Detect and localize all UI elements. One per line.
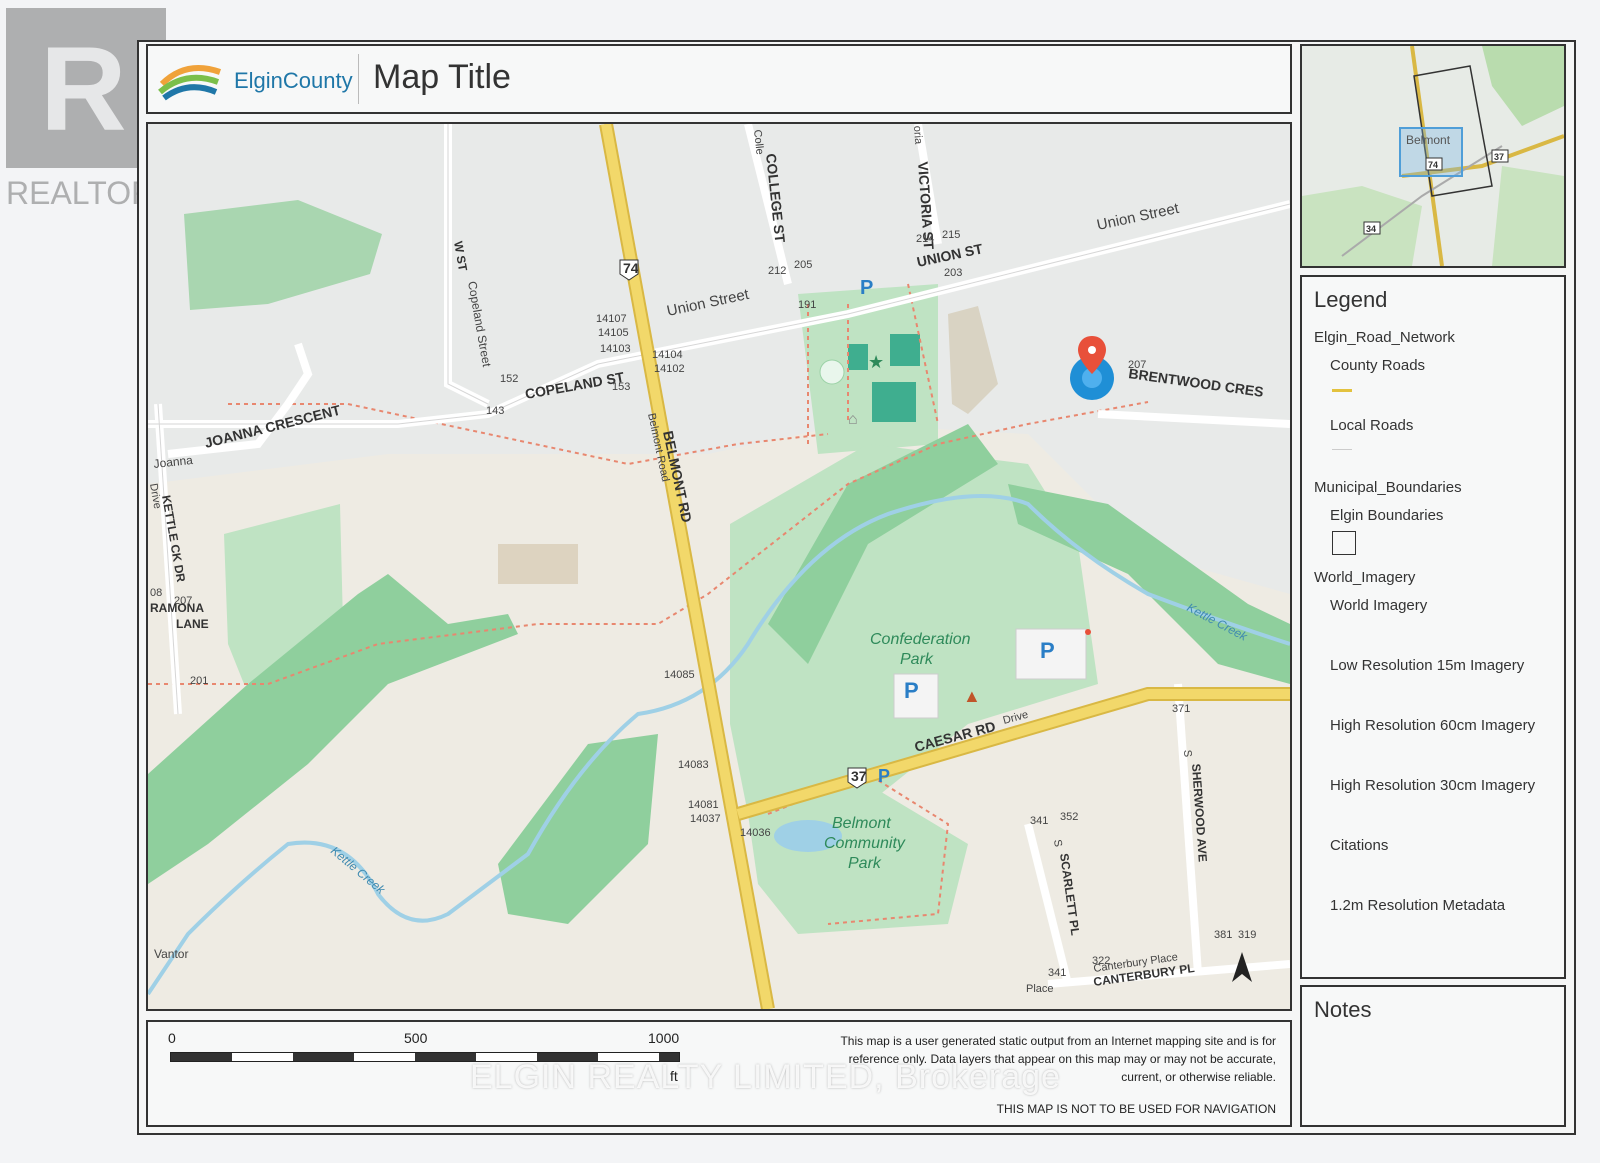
svg-text:152: 152 xyxy=(500,373,518,385)
svg-text:319: 319 xyxy=(1238,929,1256,941)
overview-shield-37: 37 xyxy=(1491,149,1509,163)
overview-map[interactable]: Belmont 74 37 34 xyxy=(1300,44,1566,268)
overview-shield-74: 74 xyxy=(1425,157,1443,171)
svg-text:14103: 14103 xyxy=(600,343,631,355)
svg-text:381: 381 xyxy=(1214,929,1232,941)
svg-text:322: 322 xyxy=(1092,955,1110,967)
legend-item-60cm: High Resolution 60cm Imagery xyxy=(1330,717,1536,734)
main-map[interactable]: 74 37 P P P P ▲ ★ ⌂ BELMONT RD Belmont R… xyxy=(146,122,1292,1011)
title-panel: ElginCounty Map Title xyxy=(146,44,1292,114)
svg-text:352: 352 xyxy=(1060,811,1078,823)
svg-text:215: 215 xyxy=(942,229,960,241)
legend-item-world-imagery: World Imagery xyxy=(1330,597,1428,614)
svg-text:14037: 14037 xyxy=(690,813,721,825)
legend-item-metadata: 1.2m Resolution Metadata xyxy=(1330,897,1506,914)
scale-tick-1000: 1000 xyxy=(648,1030,680,1046)
scale-tick-500: 500 xyxy=(404,1030,428,1046)
svg-text:14105: 14105 xyxy=(598,327,629,339)
svg-text:Park: Park xyxy=(848,855,882,872)
svg-text:14081: 14081 xyxy=(688,799,719,811)
svg-text:191: 191 xyxy=(798,299,816,311)
legend-item-county-roads: County Roads xyxy=(1330,357,1426,374)
park-label-belmont: Belmont xyxy=(832,815,891,832)
running-icon: ★ xyxy=(868,352,884,372)
overview-shield-34: 34 xyxy=(1363,221,1381,235)
county-roads-symbol xyxy=(1332,389,1352,392)
svg-text:34: 34 xyxy=(1366,224,1376,234)
legend-item-low-res: Low Resolution 15m Imagery xyxy=(1330,657,1525,674)
park-label-confederation: Confederation xyxy=(870,631,971,648)
sports-field xyxy=(890,334,920,366)
svg-text:14102: 14102 xyxy=(654,363,685,375)
svg-text:371: 371 xyxy=(1172,703,1190,715)
svg-text:203: 203 xyxy=(944,267,962,279)
svg-text:341: 341 xyxy=(1030,815,1048,827)
map-attribution: Vantor xyxy=(154,947,188,961)
overview-canvas[interactable]: Belmont 74 37 34 xyxy=(1302,46,1564,266)
campfire-icon: ▲ xyxy=(963,686,981,706)
legend-group-road-network: Elgin_Road_Network xyxy=(1314,329,1455,346)
svg-text:LANE: LANE xyxy=(176,617,209,631)
svg-text:14085: 14085 xyxy=(664,669,695,681)
svg-text:207: 207 xyxy=(174,595,192,607)
svg-text:Place: Place xyxy=(1026,983,1054,995)
boundary-symbol xyxy=(1332,531,1356,555)
legend-item-30cm: High Resolution 30cm Imagery xyxy=(1330,777,1536,794)
svg-text:143: 143 xyxy=(486,405,504,417)
sports-field xyxy=(872,382,916,422)
legend-panel: Legend Elgin_Road_Network County Roads L… xyxy=(1300,275,1566,979)
county-logo-text: ElginCounty xyxy=(234,68,353,93)
parking-icon: P xyxy=(860,277,873,299)
svg-text:Belmont: Belmont xyxy=(1406,133,1451,147)
sports-field xyxy=(848,344,868,370)
svg-text:14104: 14104 xyxy=(652,349,683,361)
svg-text:153: 153 xyxy=(612,381,630,393)
svg-text:207: 207 xyxy=(1128,359,1146,371)
scale-tick-0: 0 xyxy=(168,1030,176,1046)
parking-icon: P xyxy=(878,766,890,786)
brokerage-watermark: ELGIN REALTY LIMITED, Brokerage xyxy=(470,1058,1061,1096)
local-roads-symbol xyxy=(1332,449,1352,450)
point-icon xyxy=(1085,629,1091,635)
county-swoosh-icon xyxy=(158,65,221,101)
legend-group-world-imagery: World_Imagery xyxy=(1314,569,1416,586)
svg-text:201: 201 xyxy=(190,675,208,687)
shelter-icon: ⌂ xyxy=(848,411,858,428)
svg-text:08: 08 xyxy=(150,587,162,599)
svg-text:341: 341 xyxy=(1048,967,1066,979)
svg-text:37: 37 xyxy=(1494,152,1504,162)
notes-title: Notes xyxy=(1314,997,1372,1022)
svg-text:214: 214 xyxy=(916,233,934,245)
legend-item-citations: Citations xyxy=(1330,837,1389,854)
svg-text:oria: oria xyxy=(911,125,924,145)
svg-text:S: S xyxy=(1181,749,1193,757)
legend-item-elgin-boundaries: Elgin Boundaries xyxy=(1330,507,1444,524)
svg-text:74: 74 xyxy=(1428,160,1438,170)
legend-item-local-roads: Local Roads xyxy=(1330,417,1414,434)
parking-icon: P xyxy=(904,678,919,703)
legend-title: Legend xyxy=(1314,287,1388,312)
svg-text:212: 212 xyxy=(768,265,786,277)
notes-panel: Notes xyxy=(1300,985,1566,1127)
svg-text:Park: Park xyxy=(900,651,934,668)
svg-text:14107: 14107 xyxy=(596,313,627,325)
svg-text:14036: 14036 xyxy=(740,827,771,839)
svg-text:37: 37 xyxy=(851,768,867,784)
parking-icon: P xyxy=(1040,638,1055,663)
svg-text:205: 205 xyxy=(794,259,812,271)
navigation-warning: THIS MAP IS NOT TO BE USED FOR NAVIGATIO… xyxy=(996,1102,1276,1116)
picnic-icon xyxy=(819,359,845,385)
legend-group-municipal: Municipal_Boundaries xyxy=(1314,479,1462,496)
svg-text:R: R xyxy=(40,22,127,156)
svg-text:74: 74 xyxy=(623,260,639,276)
county-logo: ElginCounty xyxy=(156,54,366,106)
map-canvas[interactable]: 74 37 P P P P ▲ ★ ⌂ BELMONT RD Belmont R… xyxy=(148,124,1290,1009)
title-divider xyxy=(358,54,359,104)
building xyxy=(498,544,578,584)
map-title: Map Title xyxy=(373,58,511,96)
svg-text:14083: 14083 xyxy=(678,759,709,771)
svg-text:Community: Community xyxy=(824,835,906,852)
